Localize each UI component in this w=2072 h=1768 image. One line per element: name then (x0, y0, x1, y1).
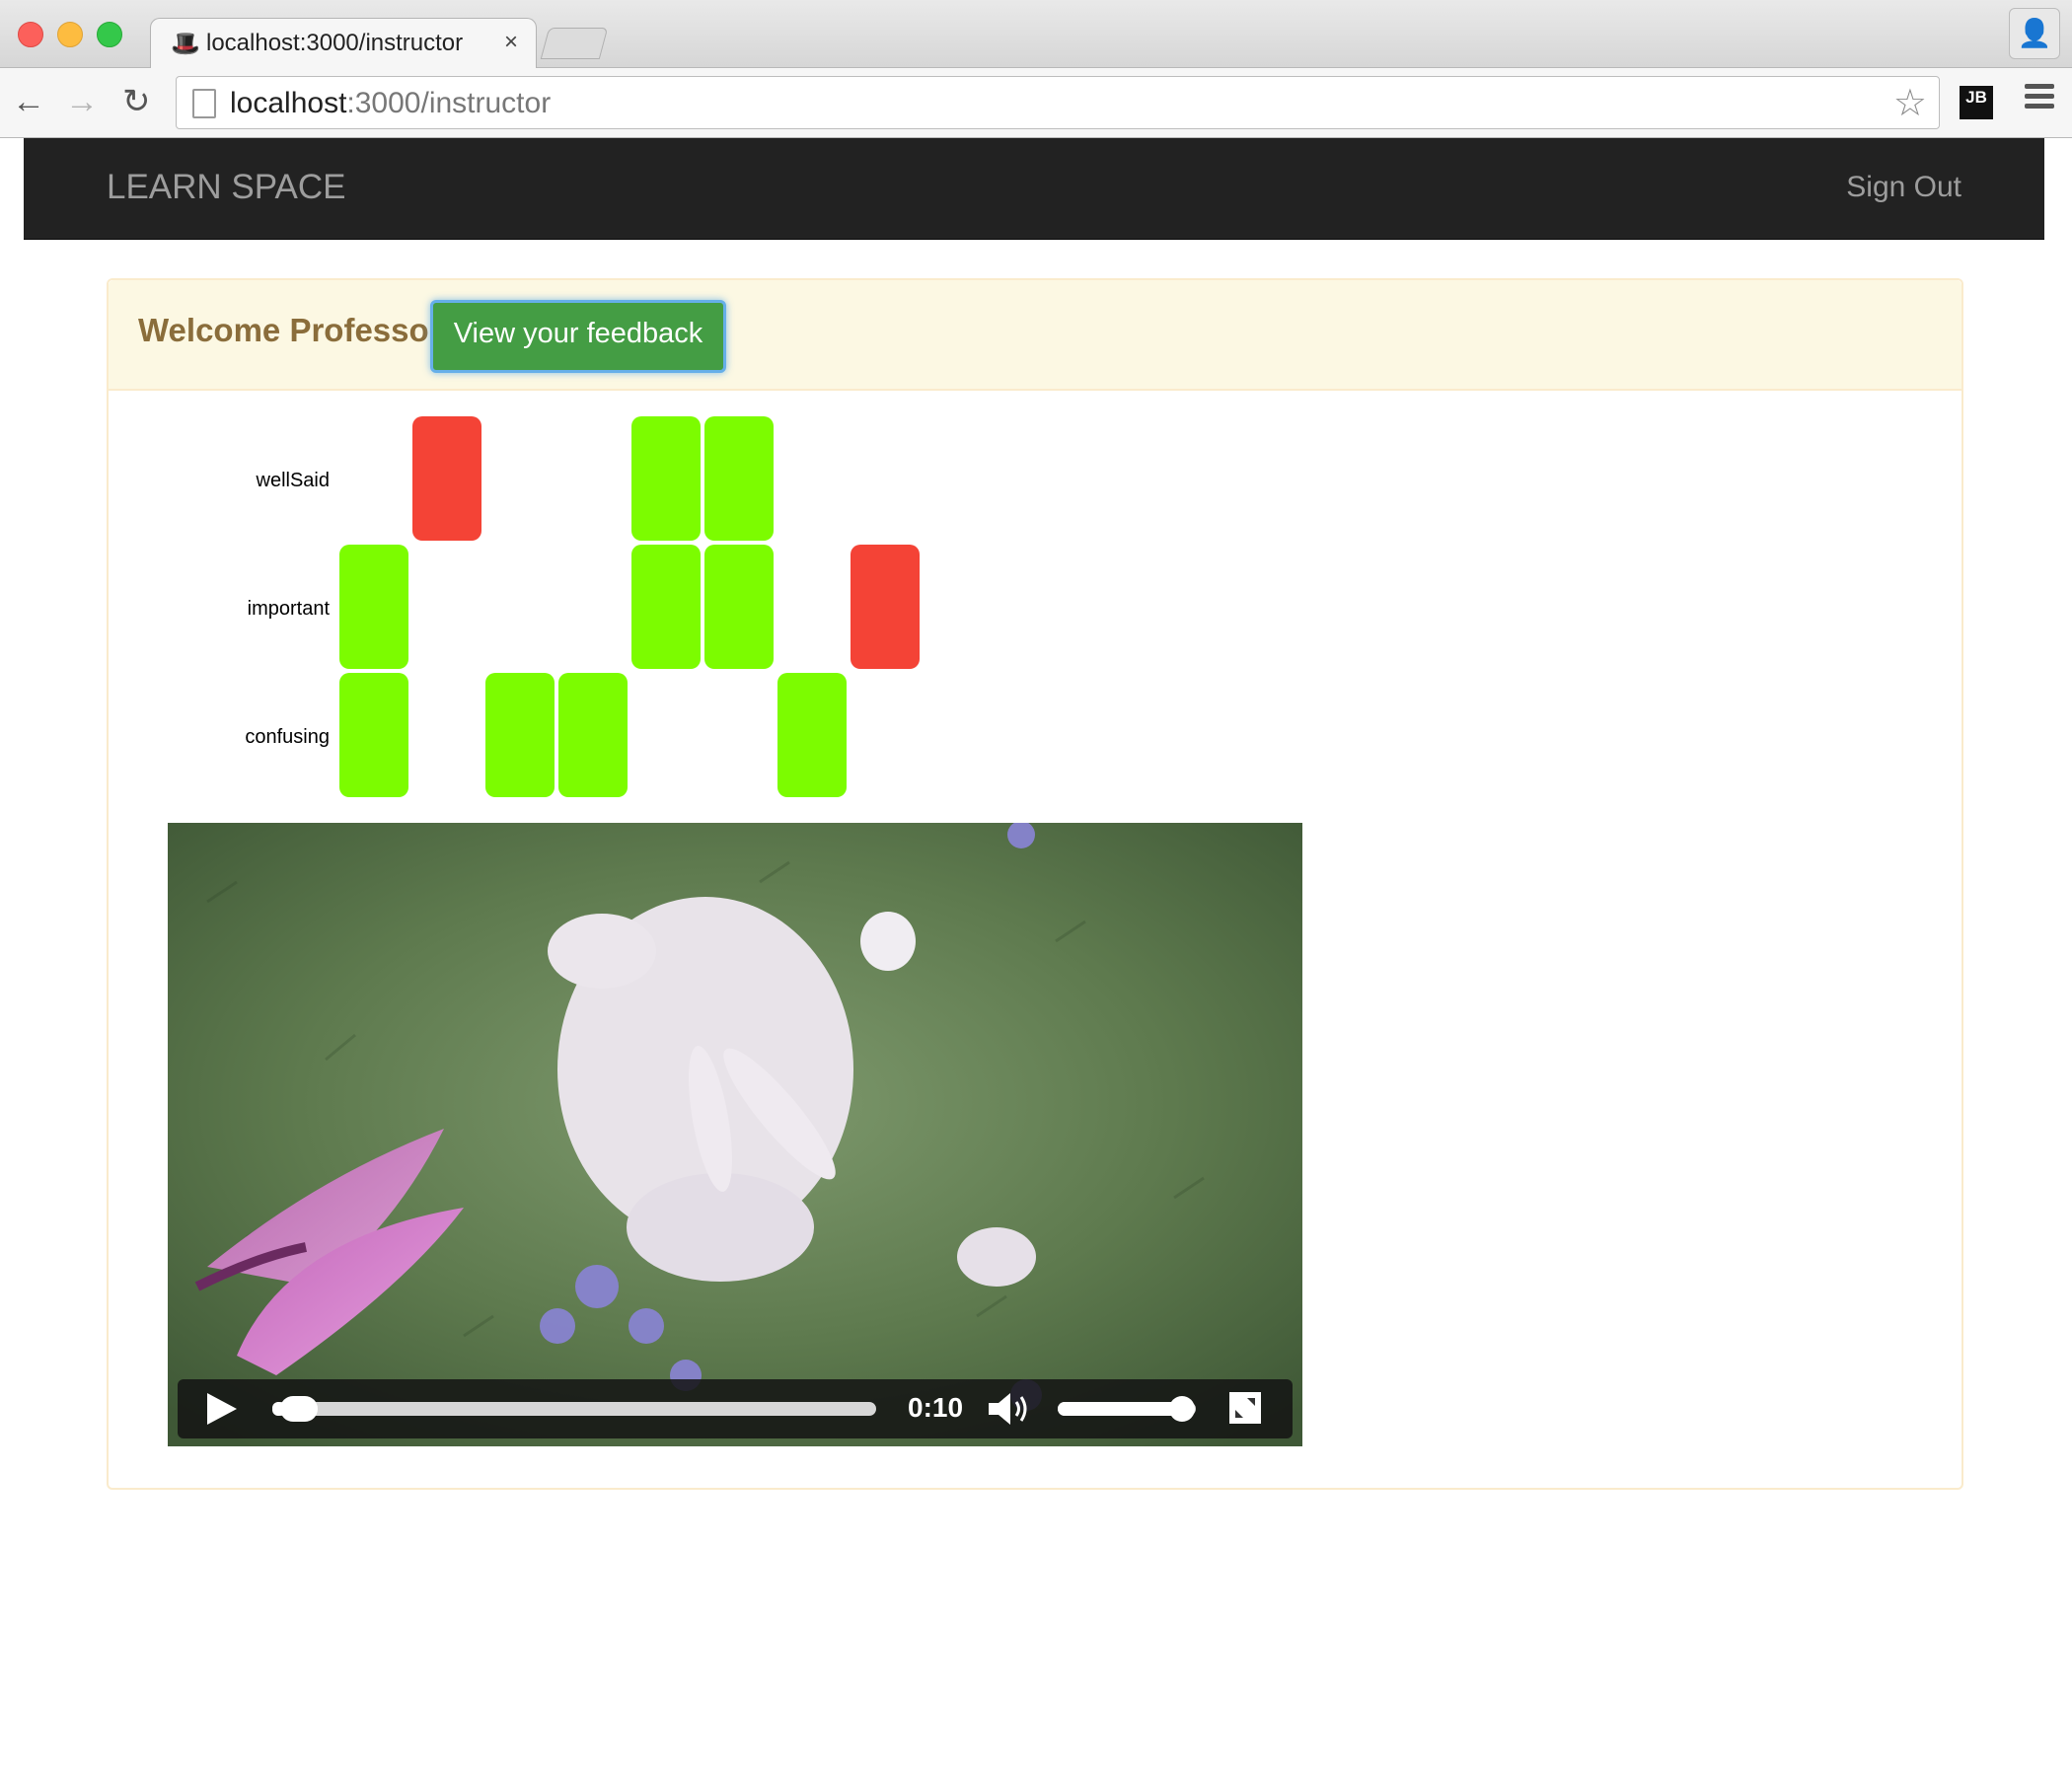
heatmap-cell-important-5 (704, 545, 774, 669)
profile-icon[interactable]: 👤 (2009, 8, 2060, 59)
feedback-heatmap: wellSaid important confusing (245, 416, 920, 797)
reload-icon[interactable]: ↻ (122, 82, 151, 121)
heatmap-row-label: confusing (245, 726, 330, 748)
close-window-button[interactable] (18, 22, 43, 47)
volume-slider[interactable] (1058, 1396, 1196, 1422)
url-text[interactable]: localhost:3000/instructor (230, 87, 551, 120)
heatmap-cell-important-0 (339, 545, 408, 669)
page-icon (192, 89, 216, 118)
volume-icon[interactable] (987, 1389, 1032, 1429)
heatmap-cell-wellSaid-4 (631, 416, 701, 541)
url-host: localhost (230, 87, 347, 119)
tab-close-icon[interactable]: × (504, 29, 518, 56)
forward-arrow-icon[interactable]: → (65, 82, 99, 121)
heatmap-cell-confusing-6 (777, 673, 847, 797)
address-bar[interactable]: localhost:3000/instructor ☆ (176, 76, 1940, 129)
bookmark-star-icon[interactable]: ☆ (1893, 81, 1927, 125)
volume-fill (1058, 1402, 1182, 1416)
browser-tab-strip: 🎩 localhost:3000/instructor × 👤 (0, 0, 2072, 69)
fullscreen-icon[interactable] (1229, 1392, 1261, 1424)
heatmap-cell-important-7 (851, 545, 920, 669)
play-icon[interactable] (207, 1393, 237, 1425)
minimize-window-button[interactable] (57, 22, 83, 47)
sign-out-link[interactable]: Sign Out (1846, 171, 1961, 204)
new-tab-button[interactable] (540, 28, 609, 59)
heatmap-cell-confusing-3 (558, 673, 628, 797)
heatmap-cell-confusing-0 (339, 673, 408, 797)
app-navbar: LEARN SPACE Sign Out (24, 138, 2044, 240)
heatmap-cell-important-4 (631, 545, 701, 669)
video-controls: 0:10 (178, 1379, 1293, 1438)
heatmap-cell-wellSaid-5 (704, 416, 774, 541)
tophat-icon: 🎩 (171, 31, 200, 57)
volume-handle[interactable] (1169, 1396, 1195, 1422)
video-frame (168, 823, 1302, 1446)
brand-logo-text[interactable]: LEARN SPACE (107, 168, 346, 207)
jetbrains-extension-icon[interactable]: JB (1960, 86, 1993, 119)
panel-heading: Welcome Professor View your feedback (109, 280, 1961, 391)
heatmap-row-label: wellSaid (256, 470, 330, 491)
browser-toolbar: ← → ↻ localhost:3000/instructor ☆ JB (0, 68, 2072, 138)
welcome-heading: Welcome Professor (138, 312, 442, 348)
back-arrow-icon[interactable]: ← (12, 82, 45, 121)
tab-title: localhost:3000/instructor (206, 30, 464, 56)
time-display: 0:10 (908, 1392, 964, 1423)
hamburger-menu-icon[interactable] (2025, 84, 2054, 113)
browser-tab[interactable]: 🎩 localhost:3000/instructor × (150, 18, 537, 69)
maximize-window-button[interactable] (97, 22, 122, 47)
heatmap-row-label: important (248, 598, 331, 620)
view-feedback-button[interactable]: View your feedback (430, 300, 726, 373)
url-path: :3000/instructor (346, 87, 552, 119)
video-player[interactable]: 0:10 (168, 823, 1302, 1446)
progress-handle[interactable] (280, 1396, 319, 1422)
heatmap-cell-confusing-2 (485, 673, 555, 797)
heatmap-cell-wellSaid-1 (412, 416, 481, 541)
progress-bar[interactable] (272, 1396, 876, 1422)
